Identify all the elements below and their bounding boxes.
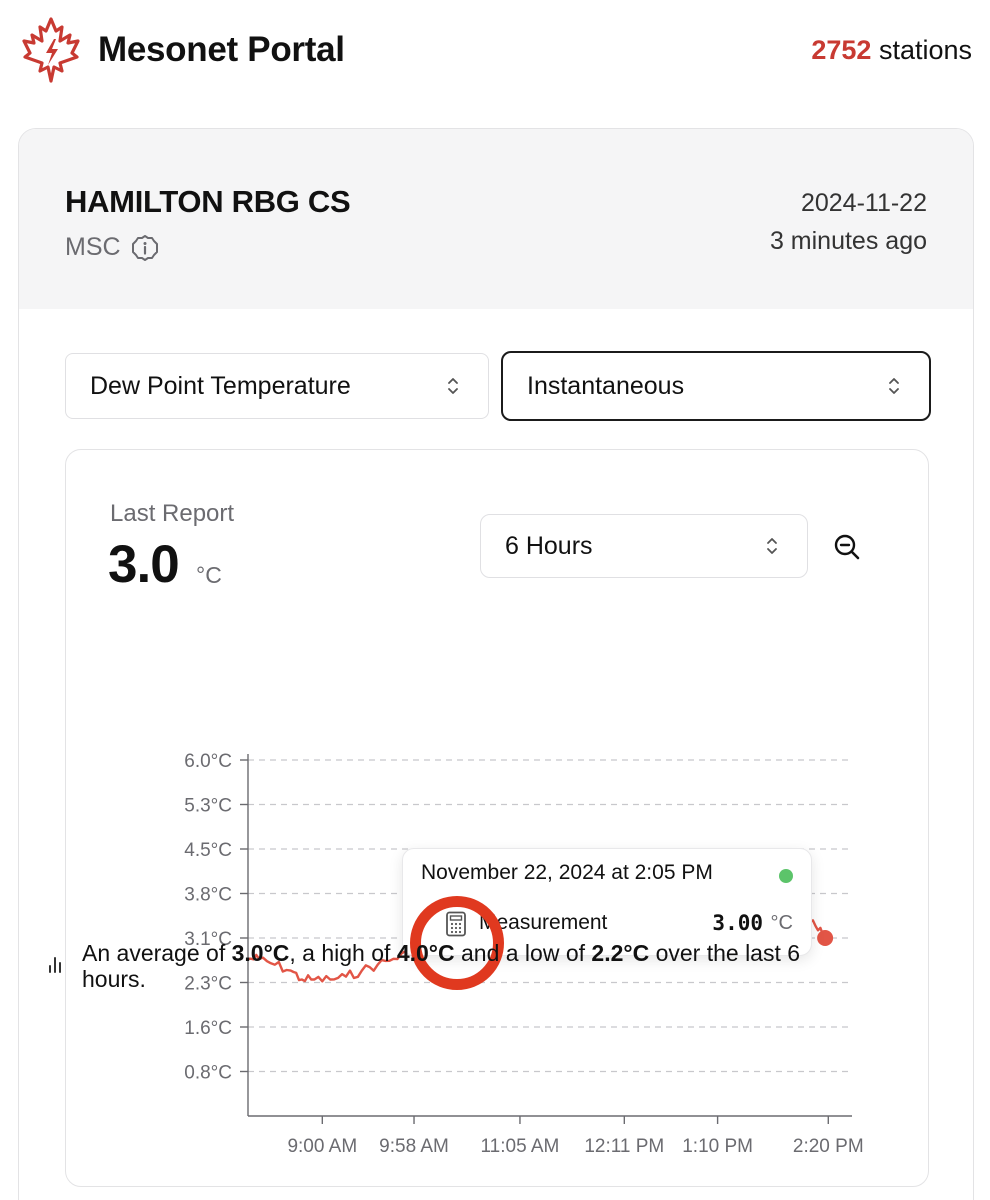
chevron-up-down-icon [448, 378, 458, 394]
report-age: 3 minutes ago [769, 227, 927, 255]
summary-prefix: An average of [82, 940, 232, 966]
x-tick-label: 9:00 AM [287, 1136, 357, 1157]
summary-high: 4.0°C [396, 940, 455, 966]
parameter-select-value: Dew Point Temperature [90, 371, 351, 400]
x-tick-label: 11:05 AM [481, 1136, 560, 1157]
y-tick-label: 6.0°C [184, 751, 232, 772]
info-icon[interactable] [131, 234, 159, 262]
summary-mid1: , a high of [289, 940, 397, 966]
x-tick-label: 12:11 PM [584, 1136, 664, 1157]
x-tick-label: 9:58 AM [379, 1136, 449, 1157]
station-card: HAMILTON RBG CS MSC 2024-11-22 3 minutes… [18, 128, 974, 1200]
station-count-suffix: stations [878, 35, 972, 65]
station-network: MSC [65, 233, 159, 262]
station-count-value: 2752 [811, 35, 872, 65]
summary-mid2: and a low of [454, 940, 592, 966]
tooltip-measurement-unit: °C [770, 912, 793, 934]
aggregation-select-value: Instantaneous [527, 371, 685, 400]
y-tick-label: 5.3°C [184, 796, 232, 817]
y-tick-label: 1.6°C [184, 1018, 232, 1039]
station-header: HAMILTON RBG CS MSC 2024-11-22 3 minutes… [19, 129, 973, 309]
station-count[interactable]: 2752 stations [811, 35, 972, 66]
dew-point-chart[interactable]: 6.0°C5.3°C4.5°C3.8°C3.1°C2.3°C1.6°C0.8°C… [66, 450, 930, 1188]
aggregation-select[interactable]: Instantaneous [501, 351, 931, 421]
bar-chart-icon [49, 957, 61, 973]
summary-text: An average of 3.0°C, a high of 4.0°C and… [82, 940, 842, 992]
tooltip-measurement-value: 3.00 [712, 911, 763, 935]
summary-average: 3.0°C [231, 940, 290, 966]
y-tick-label: 4.5°C [184, 840, 232, 861]
app-title: Mesonet Portal [98, 30, 345, 69]
report-date: 2024-11-22 [800, 189, 927, 217]
top-bar: Mesonet Portal 2752 stations [0, 0, 990, 104]
station-name: HAMILTON RBG CS [65, 184, 351, 219]
y-tick-label: 0.8°C [184, 1063, 232, 1084]
tooltip-status-dot [779, 869, 793, 883]
network-label: MSC [65, 233, 121, 261]
summary-low: 2.2°C [591, 940, 650, 966]
y-tick-label: 3.8°C [184, 885, 232, 906]
parameter-select[interactable]: Dew Point Temperature [65, 353, 489, 419]
x-tick-label: 2:20 PM [793, 1136, 864, 1157]
maple-leaf-lightning-icon[interactable] [20, 17, 82, 83]
x-tick-label: 1:10 PM [682, 1136, 753, 1157]
chart-card: Last Report 3.0 °C 6 Hours 6.0°C 5.3°C 4.5… [65, 449, 929, 1187]
tooltip-datetime: November 22, 2024 at 2:05 PM [421, 861, 713, 884]
chevron-up-down-icon [889, 378, 899, 394]
